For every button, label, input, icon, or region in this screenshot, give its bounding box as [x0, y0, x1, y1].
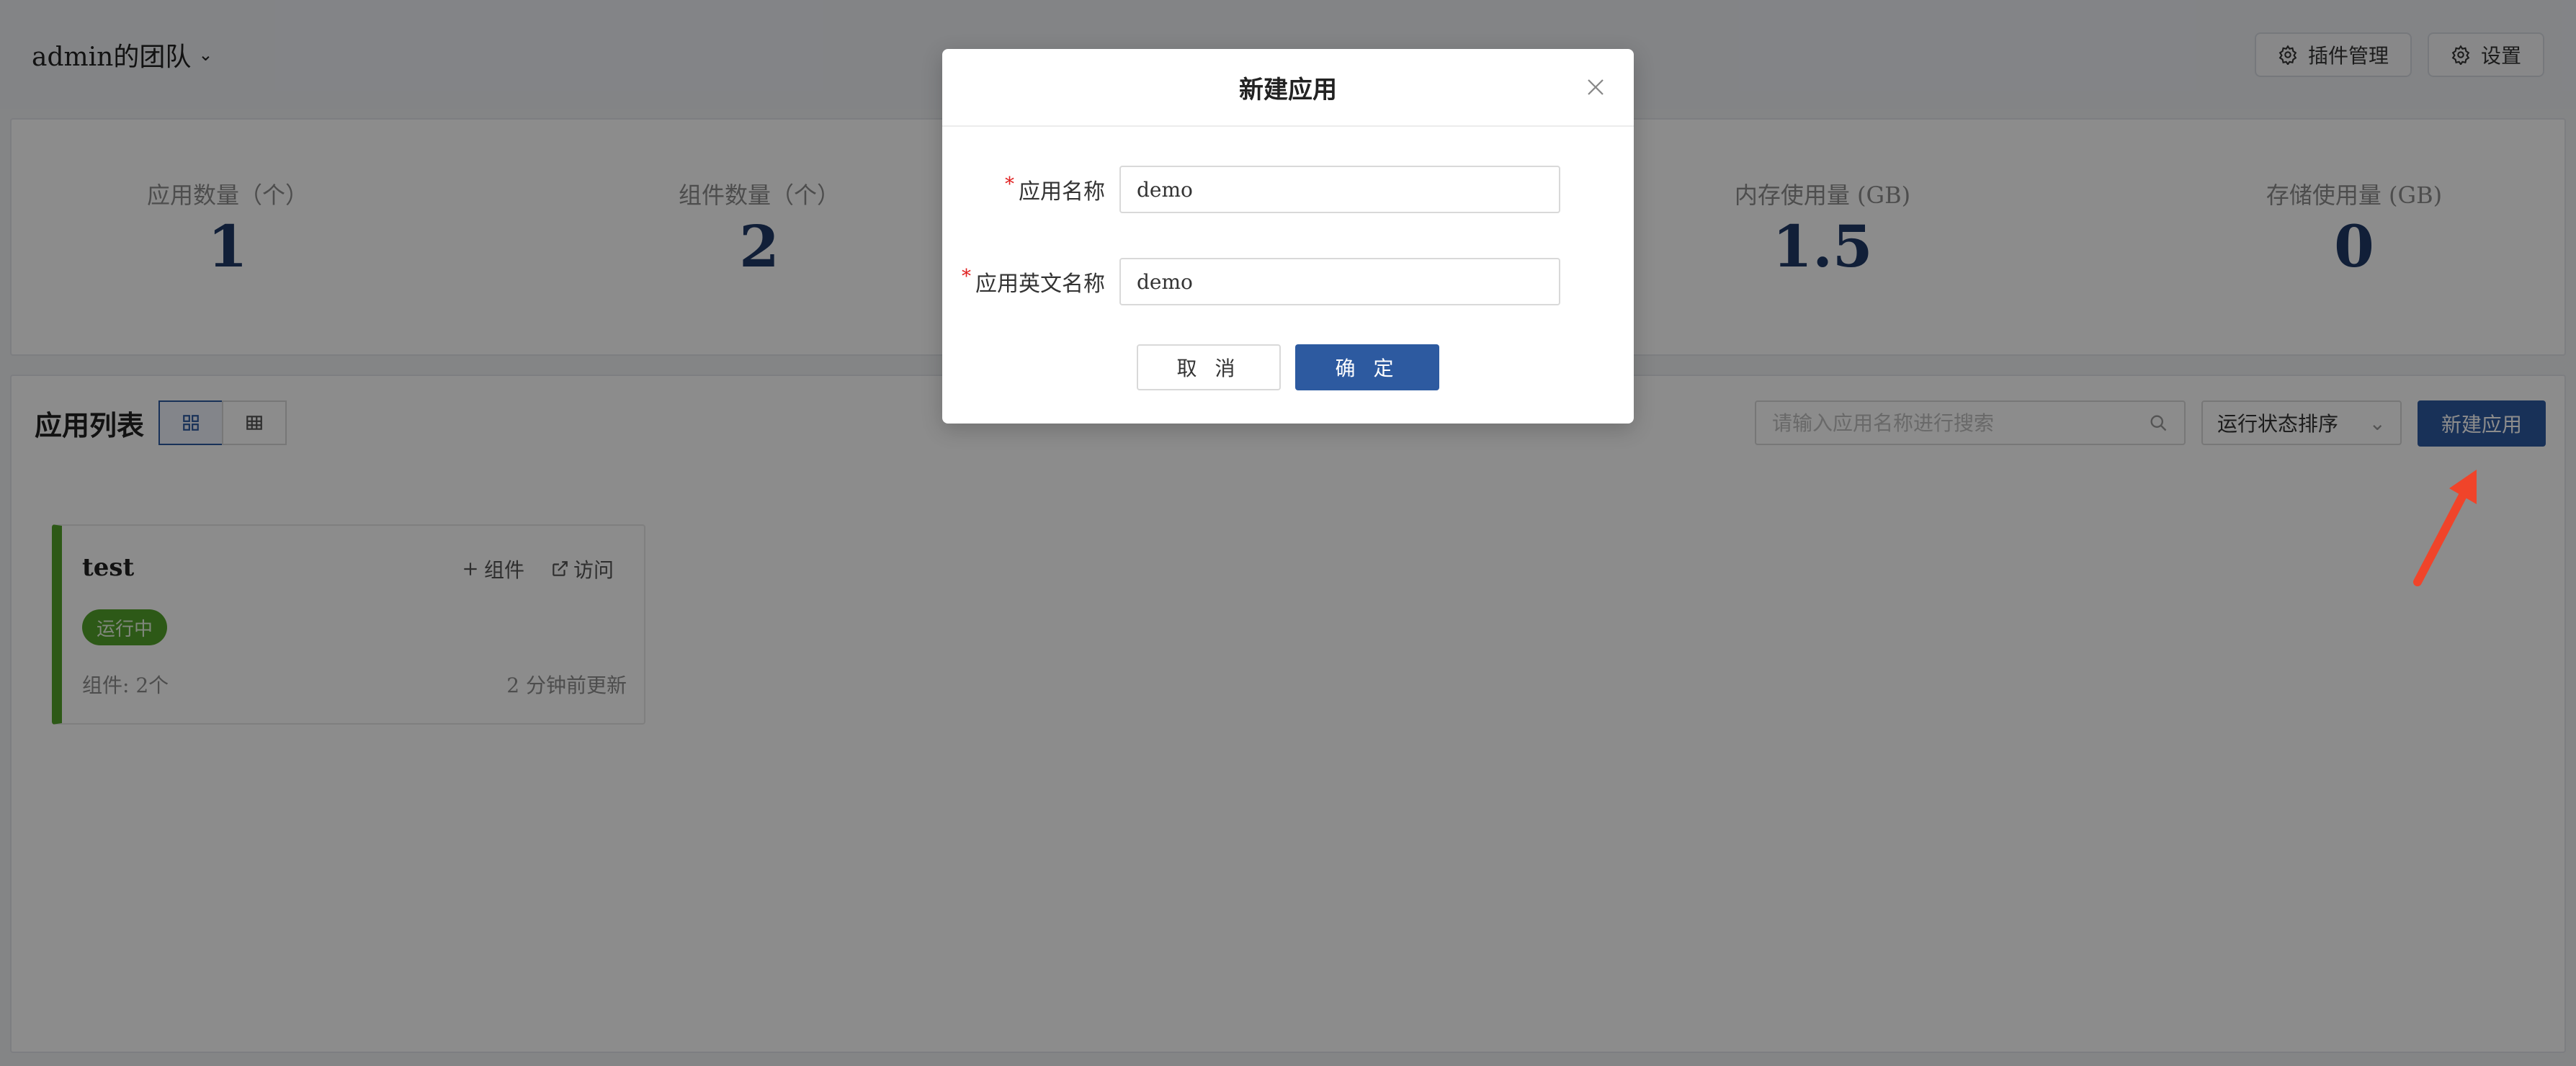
close-button[interactable]	[1583, 75, 1608, 99]
required-mark: *	[1005, 174, 1014, 195]
app-en-name-label-text: 应用英文名称	[975, 272, 1105, 297]
app-en-name-row: * 应用英文名称	[942, 258, 1634, 305]
annotation-arrow-icon	[2413, 470, 2477, 586]
dialog-header: 新建应用	[942, 49, 1634, 127]
dialog-buttons: 取 消 确 定	[942, 344, 1634, 390]
cancel-button[interactable]: 取 消	[1137, 344, 1281, 390]
close-icon	[1588, 79, 1604, 95]
app-name-input[interactable]	[1119, 166, 1560, 213]
required-mark: *	[962, 266, 971, 287]
app-en-name-input[interactable]	[1119, 258, 1560, 305]
dialog-title: 新建应用	[1239, 75, 1337, 104]
app-name-label: * 应用名称	[942, 174, 1119, 205]
confirm-button[interactable]: 确 定	[1295, 344, 1439, 390]
app-en-name-label: * 应用英文名称	[942, 266, 1119, 297]
new-app-dialog: 新建应用 *应用名称 *应用英文名称 取 消 确 定	[942, 49, 1634, 424]
app-name-row: * 应用名称	[942, 166, 1634, 213]
app-name-label-text: 应用名称	[1019, 179, 1105, 205]
